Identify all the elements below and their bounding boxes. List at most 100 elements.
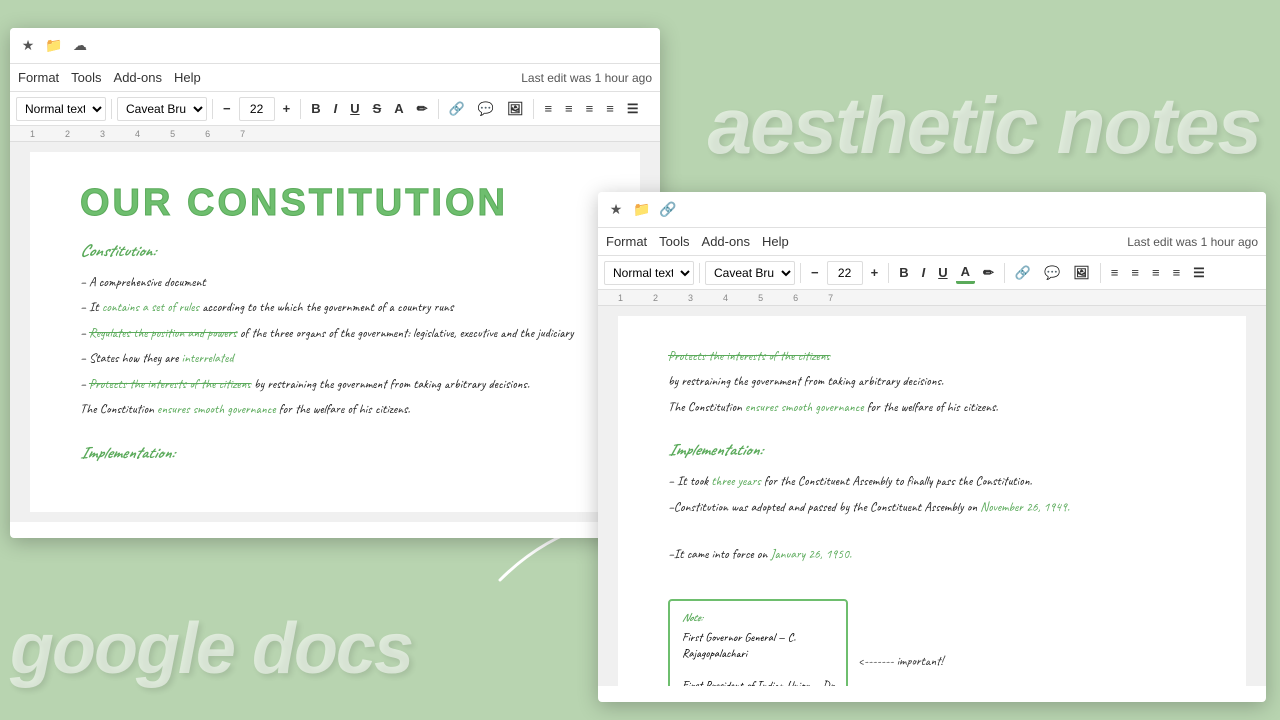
impl-line-2: –Constitution was adopted and passed by … — [668, 497, 1196, 518]
contains-rules-highlight: contains a set of rules — [102, 299, 199, 315]
list-btn-right[interactable]: ☰ — [1188, 263, 1210, 283]
star-icon-right[interactable]: ★ — [606, 200, 626, 220]
left-ruler: 1234567 — [10, 126, 660, 142]
strikethrough-btn-left[interactable]: S — [368, 99, 387, 118]
link-icon-right[interactable]: 🔗 — [658, 200, 678, 220]
menu-help[interactable]: Help — [174, 70, 201, 85]
left-doc-page: OUR CONSTITUTION Constitution: – A compr… — [30, 152, 640, 512]
important-arrow: <------- important! — [858, 653, 943, 669]
bold-btn-right[interactable]: B — [894, 263, 913, 282]
right-menu-bar: Format Tools Add-ons Help Last edit was … — [598, 228, 1266, 256]
menu-addons-right[interactable]: Add-ons — [702, 234, 750, 249]
link-btn-left[interactable]: 🔗 — [444, 99, 470, 119]
align-right-btn-r[interactable]: ≡ — [1147, 263, 1165, 282]
last-edit-left: Last edit was 1 hour ago — [521, 71, 652, 85]
smooth-gov-right: ensures smooth governance — [745, 399, 864, 415]
menu-format-right[interactable]: Format — [606, 234, 647, 249]
watermark-aesthetic-notes: aesthetic notes — [708, 80, 1260, 172]
left-doc-window: ★ 📁 ☁ Format Tools Add-ons Help Last edi… — [10, 28, 660, 538]
left-top-toolbar: ★ 📁 ☁ — [10, 28, 660, 64]
right-doc-page: Protects the interests of the citizens b… — [618, 316, 1246, 686]
highlight-btn-left[interactable]: ✏ — [412, 99, 433, 119]
note-line2: First President of Indian Union — Dr Raj… — [682, 677, 834, 686]
menu-format[interactable]: Format — [18, 70, 59, 85]
font-size-minus-right[interactable]: − — [806, 263, 824, 282]
text-color-btn-right[interactable]: A — [956, 262, 975, 284]
right-format-bar: Normal text Caveat Bru... − + B I U A ✏ … — [598, 256, 1266, 290]
left-menu-bar: Format Tools Add-ons Help Last edit was … — [10, 64, 660, 92]
impl-line-3: –It came into force on January 26, 1950. — [668, 544, 1196, 565]
italic-btn-right[interactable]: I — [917, 263, 931, 282]
image-btn-left[interactable]: 🖼 — [502, 99, 529, 119]
style-select-left[interactable]: Normal text — [16, 97, 106, 121]
list-btn-left[interactable]: ☰ — [622, 99, 644, 119]
menu-tools-right[interactable]: Tools — [659, 234, 689, 249]
font-size-plus-right[interactable]: + — [866, 263, 884, 282]
left-doc-content[interactable]: OUR CONSTITUTION Constitution: – A compr… — [10, 142, 660, 522]
impl-line-1: – It took three years for the Constituen… — [668, 471, 1196, 492]
implementation-heading-right: Implementation: — [668, 440, 1196, 461]
align-left-btn[interactable]: ≡ — [539, 99, 557, 118]
align-left-btn-r[interactable]: ≡ — [1106, 263, 1124, 282]
protects-strikethrough: Protects the interests of the citizens — [89, 376, 251, 392]
underline-btn-left[interactable]: U — [345, 99, 364, 118]
sep1 — [111, 99, 112, 119]
cloud-icon[interactable]: ☁ — [70, 36, 90, 56]
right-doc-content[interactable]: Protects the interests of the citizens b… — [598, 306, 1266, 686]
right-top-lines: Protects the interests of the citizens b… — [668, 346, 1196, 418]
align-justify-btn-r[interactable]: ≡ — [1168, 263, 1186, 282]
folder-icon-right[interactable]: 📁 — [632, 200, 652, 220]
link-btn-right[interactable]: 🔗 — [1010, 263, 1036, 283]
star-icon[interactable]: ★ — [18, 36, 38, 56]
comment-btn-right[interactable]: 💬 — [1039, 263, 1065, 283]
font-select-right[interactable]: Caveat Bru... — [705, 261, 795, 285]
right-ruler: 1234567 — [598, 290, 1266, 306]
sep5 — [533, 99, 534, 119]
right-toolbar-icons: ★ 📁 🔗 — [606, 200, 678, 220]
font-size-input-right[interactable] — [827, 261, 863, 285]
note-label: Note: — [682, 611, 834, 625]
menu-help-right[interactable]: Help — [762, 234, 789, 249]
line-5: – Protects the interests of the citizens… — [80, 374, 590, 395]
underline-btn-right[interactable]: U — [933, 263, 952, 282]
sep-r3 — [888, 263, 889, 283]
january-date-highlight: January 26, 1950. — [770, 546, 851, 562]
ruler-content-right: 1234567 — [598, 290, 1266, 305]
bold-btn-left[interactable]: B — [306, 99, 325, 118]
right-constitution-line: The Constitution ensures smooth governan… — [668, 397, 1196, 418]
line-2: – It contains a set of rules according t… — [80, 297, 590, 318]
smooth-governance-highlight: ensures smooth governance — [157, 401, 276, 417]
highlight-btn-right[interactable]: ✏ — [978, 263, 999, 283]
sep-r5 — [1100, 263, 1101, 283]
align-justify-btn[interactable]: ≡ — [601, 99, 619, 118]
align-center-btn-r[interactable]: ≡ — [1126, 263, 1144, 282]
note-area: Note: First Governor General — C. Rajago… — [668, 587, 1196, 686]
text-color-btn-left[interactable]: A — [389, 99, 408, 118]
three-years-highlight: three years — [711, 473, 761, 489]
comment-btn-left[interactable]: 💬 — [473, 99, 499, 119]
align-right-btn[interactable]: ≡ — [581, 99, 599, 118]
menu-addons[interactable]: Add-ons — [114, 70, 162, 85]
right-arbitrary: by restraining the government from takin… — [668, 371, 1196, 392]
font-select-left[interactable]: Caveat Bru... — [117, 97, 207, 121]
note-line1: First Governor General — C. Rajagopalach… — [682, 629, 834, 661]
italic-btn-left[interactable]: I — [329, 99, 343, 118]
style-select-right[interactable]: Normal text — [604, 261, 694, 285]
folder-icon[interactable]: 📁 — [44, 36, 64, 56]
font-size-minus-left[interactable]: − — [218, 99, 236, 118]
sep3 — [300, 99, 301, 119]
image-btn-right[interactable]: 🖼 — [1068, 263, 1095, 283]
line-1: – A comprehensive document — [80, 272, 590, 293]
implementation-heading-left: Implementation: — [80, 443, 590, 464]
constitution-heading: Constitution: — [80, 241, 590, 262]
sep4 — [438, 99, 439, 119]
align-center-btn[interactable]: ≡ — [560, 99, 578, 118]
right-doc-window: ★ 📁 🔗 Format Tools Add-ons Help Last edi… — [598, 192, 1266, 702]
interrelated-highlight: interrelated — [182, 350, 234, 366]
menu-tools[interactable]: Tools — [71, 70, 101, 85]
font-size-plus-left[interactable]: + — [278, 99, 296, 118]
font-size-input-left[interactable] — [239, 97, 275, 121]
last-edit-right: Last edit was 1 hour ago — [1127, 235, 1258, 249]
watermark-google-docs: google docs — [10, 608, 412, 690]
implementation-body: – It took three years for the Constituen… — [668, 471, 1196, 565]
